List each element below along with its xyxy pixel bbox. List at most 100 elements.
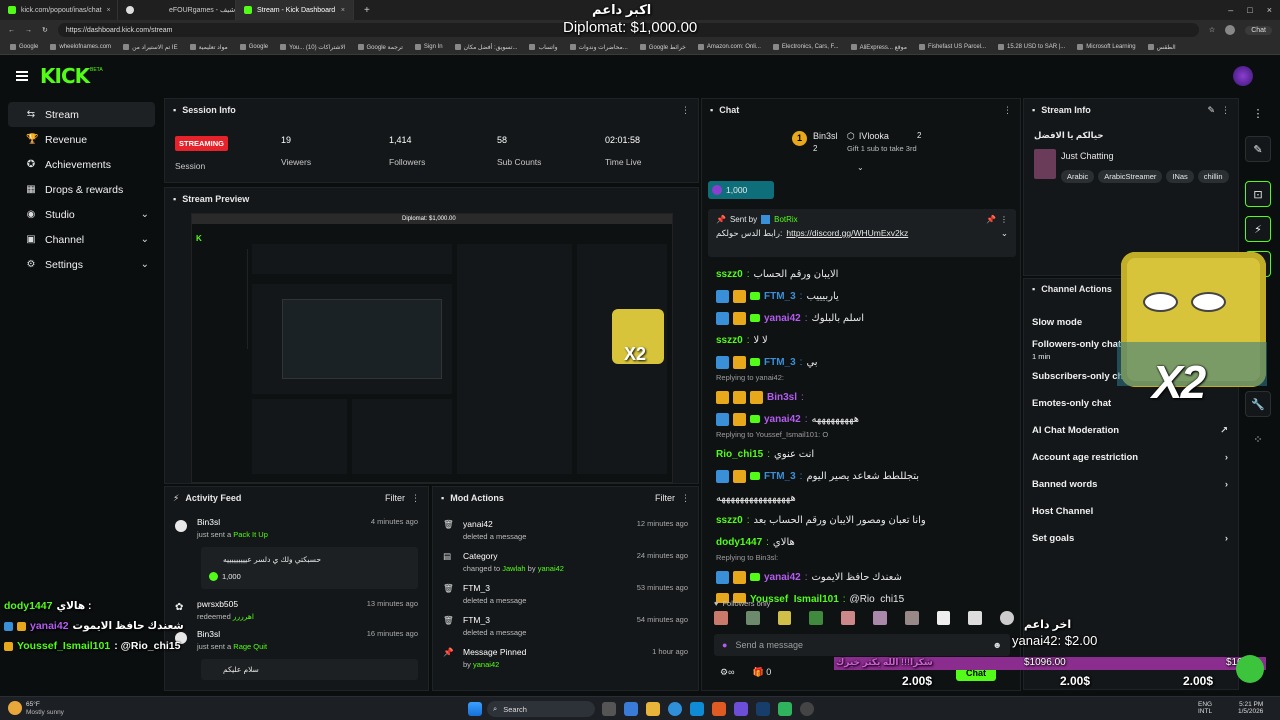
edit-pencil-icon[interactable]: ✎ — [1245, 136, 1271, 162]
weather-sun-icon[interactable] — [8, 701, 22, 715]
apps-icon[interactable]: ⁘ — [1245, 426, 1271, 452]
bookmark-item[interactable]: Electronics, Cars, F... — [772, 44, 839, 50]
mic-icon[interactable]: ● — [722, 640, 727, 650]
browser-tab[interactable]: eFOURgames - الأرشيف× — [118, 0, 236, 20]
language-indicator[interactable]: ENG INTL — [1198, 701, 1212, 715]
chat-message[interactable]: Bin3sl: — [702, 386, 1020, 408]
pin-icon[interactable]: 📌 — [986, 215, 996, 224]
bookmark-item[interactable]: Google خرائط — [639, 44, 686, 51]
back-icon[interactable]: ← — [8, 27, 15, 34]
chat-input[interactable]: ● Send a message ☻ — [714, 634, 1010, 656]
stream-preview-video[interactable]: K X2 Diplomat: $1,000.00 — [191, 213, 673, 483]
settings-icon[interactable]: ⚙∞ — [720, 667, 734, 678]
emoji-icon[interactable]: ☻ — [993, 640, 1002, 650]
chat-username[interactable]: sszz0 — [716, 269, 743, 280]
sidebar-item-stream[interactable]: ⇆ Stream — [8, 102, 155, 127]
profile-avatar-icon[interactable] — [1225, 25, 1236, 35]
chat-message[interactable]: yanai42: اسلم بالبلوك — [702, 307, 1020, 329]
chat-username[interactable]: Rio_chi15 — [716, 449, 763, 460]
bookmark-item[interactable]: Amazon.com: Onli... — [697, 44, 761, 50]
app-icon[interactable] — [778, 702, 792, 716]
chat-username[interactable]: FTM_3 — [764, 471, 796, 482]
chat-username[interactable]: yanai42 — [764, 572, 801, 583]
chat-username[interactable]: dody1447 — [716, 537, 762, 548]
taskbar-search[interactable]: ⌕ Search — [487, 701, 595, 717]
chat-username[interactable]: FTM_3 — [764, 357, 796, 368]
emote[interactable] — [1000, 611, 1014, 625]
channel-action-account-age-restriction[interactable]: Account age restriction › — [1024, 444, 1238, 471]
chat-message[interactable]: Rio_chi15: انت عنوي — [702, 443, 1020, 465]
bookmark-item[interactable]: واتساب — [529, 44, 558, 51]
steam-icon[interactable] — [756, 702, 770, 716]
channel-action-ai-chat-moderation[interactable]: AI Chat Moderation ↗ — [1024, 417, 1238, 444]
bookmark-item[interactable]: Google ترجمة — [357, 44, 403, 51]
maximize-window-icon[interactable]: □ — [1247, 5, 1252, 15]
user-avatar[interactable] — [1233, 66, 1253, 86]
bookmark-item[interactable]: Microsoft Learning — [1077, 44, 1136, 50]
mod-filter-button[interactable]: Filter — [655, 493, 675, 503]
shield-toggle-icon[interactable]: ⊡ — [1245, 181, 1271, 207]
bookmark-item[interactable]: مواد تعليمية — [189, 44, 228, 51]
category-name[interactable]: Just Chatting — [1061, 151, 1114, 161]
chat-username[interactable]: sszz0 — [716, 515, 743, 526]
chat-username[interactable]: FTM_3 — [764, 291, 796, 302]
chat-username[interactable]: sszz0 — [716, 335, 743, 346]
bookmark-item[interactable]: Google — [10, 44, 38, 50]
activity-filter-button[interactable]: Filter — [385, 493, 405, 503]
minimize-window-icon[interactable]: – — [1228, 5, 1233, 15]
bookmark-item[interactable]: You... (10) الاشتراكات — [280, 44, 346, 51]
tag-chip[interactable]: ArabicStreamer — [1098, 170, 1163, 183]
kebab-menu-icon[interactable]: ⋮ — [1245, 100, 1271, 126]
bookmark-item[interactable]: الطقس — [1147, 44, 1176, 51]
close-window-icon[interactable]: × — [1267, 5, 1272, 15]
sidebar-item-studio[interactable]: ◉ Studio ⌄ — [8, 202, 155, 227]
reload-icon[interactable]: ↻ — [42, 26, 48, 34]
kebab-menu-icon[interactable]: ⋮ — [411, 493, 420, 504]
edge-icon[interactable] — [624, 702, 638, 716]
chat-message[interactable]: sszz0: وانا تعبان ومصور الايبان ورقم الحس… — [702, 509, 1020, 531]
kebab-menu-icon[interactable]: ⋮ — [1000, 215, 1008, 224]
pinned-message[interactable]: 📌 Sent by BotRix 📌 ⋮ رابط الدس حولكم: https:/… — [708, 209, 1016, 257]
bookmark-item[interactable]: Sign In — [414, 44, 443, 50]
emote[interactable] — [841, 611, 855, 625]
channel-action-banned-words[interactable]: Banned words › — [1024, 471, 1238, 498]
wrench-icon[interactable]: 🔧 — [1245, 391, 1271, 417]
bookmark-item[interactable]: 15.28 USD to SAR |... — [998, 44, 1065, 50]
browser-icon[interactable] — [668, 702, 682, 716]
collapse-chevron-icon[interactable]: ⌄ — [857, 163, 864, 172]
menu-icon[interactable] — [16, 71, 28, 81]
chat-message[interactable]: yanai42: هههههههههه — [702, 408, 1020, 430]
bookmark-item[interactable]: محاضرات وندوات... — [569, 44, 628, 51]
channel-action-emotes-only-chat[interactable]: Emotes-only chat — [1024, 390, 1238, 417]
chat-username[interactable]: yanai42 — [764, 313, 801, 324]
sidebar-item-drops-rewards[interactable]: ▦ Drops & rewards — [8, 177, 155, 202]
bookmark-item[interactable]: wheelofnames.com — [50, 44, 111, 50]
channel-action-set-goals[interactable]: Set goals › — [1024, 525, 1238, 552]
browser-tab[interactable]: kick.com/popout/inas/chat × — [0, 0, 118, 20]
bookmark-item[interactable]: تم الاستيراد من IE — [123, 44, 178, 51]
copilot-chat-button[interactable]: Chat — [1245, 25, 1272, 35]
sidebar-item-channel[interactable]: ▣ Channel ⌄ — [8, 227, 155, 252]
emote[interactable] — [904, 611, 919, 625]
kebab-menu-icon[interactable]: ⋮ — [1221, 105, 1230, 116]
bookmark-item[interactable]: Google — [239, 44, 268, 50]
tag-chip[interactable]: chillin — [1197, 170, 1229, 183]
chat-message[interactable]: sszz0: لا لا — [702, 329, 1020, 351]
brave-icon[interactable] — [712, 702, 726, 716]
chat-message[interactable]: sszz0: الايبان ورقم الحساب — [702, 263, 1020, 285]
chat-message[interactable]: yanai42: شعندك حافظ الايموت — [702, 566, 1020, 588]
new-tab-button[interactable]: + — [354, 5, 370, 16]
edit-pencil-icon[interactable]: ✎ — [1207, 105, 1215, 116]
forward-icon[interactable]: → — [25, 27, 32, 34]
sidebar-item-revenue[interactable]: 🏆 Revenue — [8, 127, 155, 152]
chat-message[interactable]: FTM_3: بتجللطط شعاعد يصير اليوم — [702, 465, 1020, 487]
chat-message[interactable]: ههههههههههههههههه — [702, 487, 1020, 509]
emote[interactable] — [777, 611, 792, 625]
store-icon[interactable] — [690, 702, 704, 716]
chat-message[interactable]: FTM_3: بي — [702, 351, 1020, 373]
windows-start-icon[interactable] — [468, 702, 482, 716]
obs-icon[interactable] — [800, 702, 814, 716]
emote[interactable] — [872, 611, 887, 625]
kebab-menu-icon[interactable]: ⋮ — [681, 105, 690, 116]
emote[interactable] — [809, 611, 824, 625]
